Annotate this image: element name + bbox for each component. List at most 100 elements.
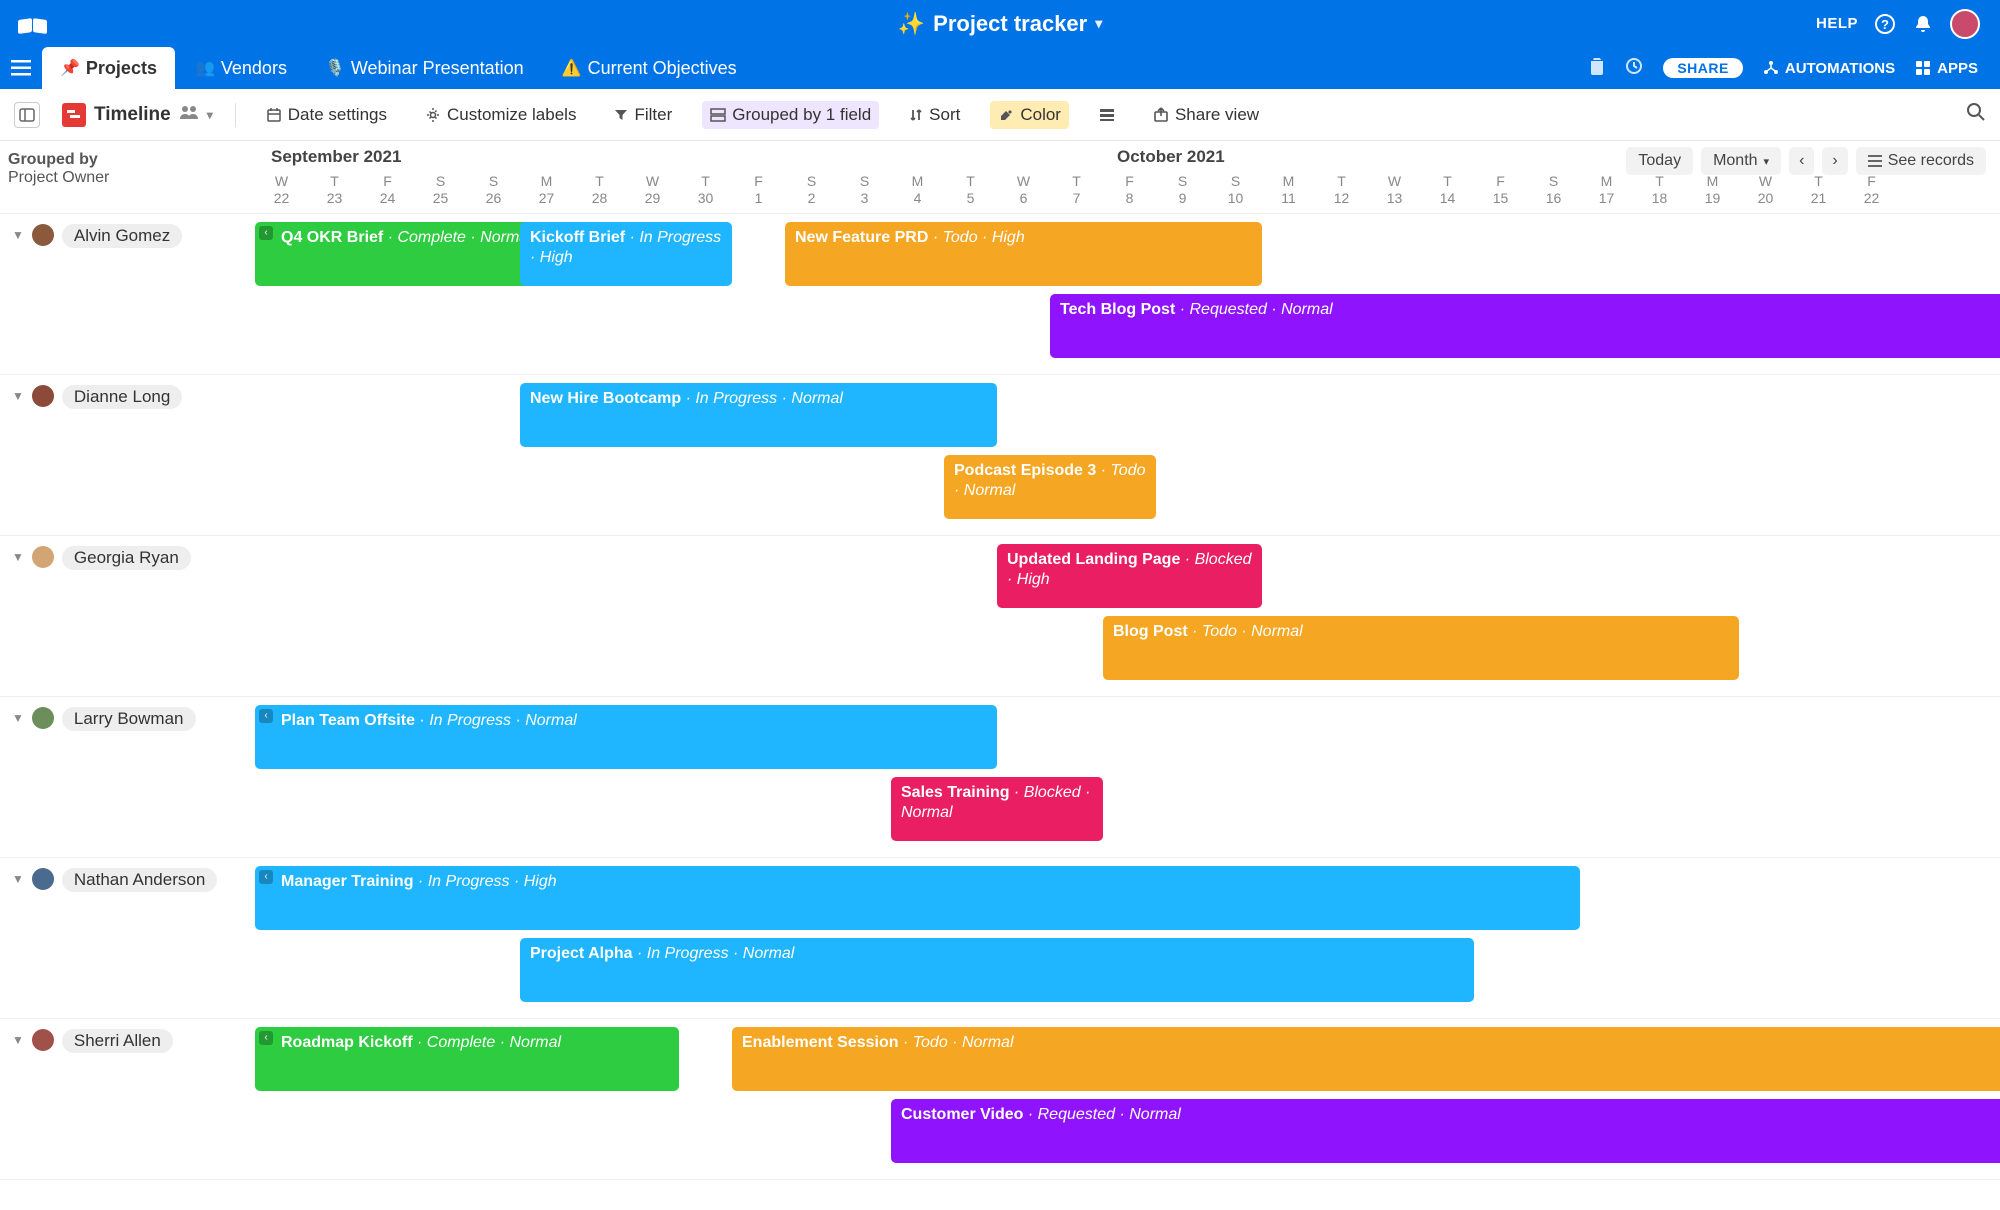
day-column: W13 xyxy=(1368,173,1421,207)
timeline-bar[interactable]: Project Alpha · In Progress · Normal xyxy=(520,938,1474,1002)
chevron-down-icon: ▾ xyxy=(207,108,213,122)
today-button[interactable]: Today xyxy=(1626,147,1693,175)
bar-meta: · In Progress · Normal xyxy=(681,390,843,407)
apps-link[interactable]: APPS xyxy=(1915,60,1978,77)
help-icon[interactable]: ? xyxy=(1874,13,1896,35)
hamburger-icon[interactable] xyxy=(0,47,42,89)
row-height-button[interactable] xyxy=(1091,104,1123,126)
month-label: September 2021 xyxy=(265,147,732,167)
day-column: T28 xyxy=(573,173,626,207)
owner-name[interactable]: Dianne Long xyxy=(62,385,182,409)
grouped-by-value: Project Owner xyxy=(8,169,247,187)
bar-meta: · Complete · Normal xyxy=(413,1034,561,1051)
collapse-toggle[interactable]: ▼ xyxy=(12,1029,24,1047)
owner-name[interactable]: Larry Bowman xyxy=(62,707,196,731)
app-logo[interactable] xyxy=(18,5,56,43)
customize-labels-button[interactable]: Customize labels xyxy=(417,101,584,129)
automations-link[interactable]: AUTOMATIONS xyxy=(1763,60,1895,77)
owner-name[interactable]: Nathan Anderson xyxy=(62,868,217,892)
timeline-bar[interactable]: Kickoff Brief · In Progress · High xyxy=(520,222,732,286)
color-button[interactable]: Color xyxy=(990,101,1069,129)
group-button[interactable]: Grouped by 1 field xyxy=(702,101,879,129)
timeline-bar[interactable]: Podcast Episode 3 · Todo · Normal xyxy=(944,455,1156,519)
timeline-bar[interactable]: Sales Training · Blocked · Normal xyxy=(891,777,1103,841)
view-switcher[interactable]: Timeline ▾ xyxy=(62,103,213,127)
sparkle-icon: ✨ xyxy=(898,11,925,37)
tab-webinar-presentation[interactable]: 🎙️Webinar Presentation xyxy=(307,47,542,89)
owner-name[interactable]: Georgia Ryan xyxy=(62,546,191,570)
day-column: W22 xyxy=(255,173,308,207)
app-header: ✨ Project tracker ▾ HELP ? xyxy=(0,0,2000,47)
bar-meta: · Todo · Normal xyxy=(899,1034,1014,1051)
day-column: T23 xyxy=(308,173,361,207)
day-column: T5 xyxy=(944,173,997,207)
history-icon[interactable] xyxy=(1625,57,1643,79)
owner-name[interactable]: Alvin Gomez xyxy=(62,224,182,248)
owner-name[interactable]: Sherri Allen xyxy=(62,1029,173,1053)
collapse-toggle[interactable]: ▼ xyxy=(12,868,24,886)
day-column: S2 xyxy=(785,173,838,207)
bar-title: Customer Video xyxy=(901,1106,1023,1123)
page-title[interactable]: ✨ Project tracker ▾ xyxy=(898,11,1103,37)
day-column: F24 xyxy=(361,173,414,207)
bar-title: Kickoff Brief xyxy=(530,229,625,246)
day-column: M4 xyxy=(891,173,944,207)
tab-emoji: ⚠️ xyxy=(562,58,582,78)
sort-icon xyxy=(909,108,923,122)
tab-projects[interactable]: 📌Projects xyxy=(42,47,175,89)
bar-title: Project Alpha xyxy=(530,945,633,962)
collapse-toggle[interactable]: ▼ xyxy=(12,385,24,403)
people-icon[interactable] xyxy=(179,104,199,126)
overflow-left-icon: ‹ xyxy=(259,870,273,884)
bar-title: Q4 OKR Brief xyxy=(281,229,383,246)
scale-dropdown[interactable]: Month ▾ xyxy=(1701,147,1781,175)
share-view-button[interactable]: Share view xyxy=(1145,101,1267,129)
share-icon xyxy=(1153,107,1169,123)
collapse-toggle[interactable]: ▼ xyxy=(12,707,24,725)
trash-icon[interactable] xyxy=(1589,57,1605,79)
tab-vendors[interactable]: 👥Vendors xyxy=(177,47,305,89)
timeline-bar[interactable]: ›Tech Blog Post · Requested · Normal xyxy=(1050,294,2000,358)
bar-title: Sales Training xyxy=(901,784,1009,801)
tab-current-objectives[interactable]: ⚠️Current Objectives xyxy=(544,47,755,89)
automations-icon xyxy=(1763,60,1779,76)
sort-button[interactable]: Sort xyxy=(901,101,968,129)
timeline-bar[interactable]: ‹Roadmap Kickoff · Complete · Normal xyxy=(255,1027,679,1091)
day-column: W6 xyxy=(997,173,1050,207)
collapse-toggle[interactable]: ▼ xyxy=(12,546,24,564)
bar-meta: · Todo · Normal xyxy=(1188,623,1303,640)
day-column: T14 xyxy=(1421,173,1474,207)
search-icon[interactable] xyxy=(1966,102,1986,127)
bell-icon[interactable] xyxy=(1912,13,1934,35)
next-button[interactable]: › xyxy=(1822,147,1847,175)
timeline-bar[interactable]: New Hire Bootcamp · In Progress · Normal xyxy=(520,383,997,447)
see-records-button[interactable]: See records xyxy=(1856,147,1986,175)
timeline-bar[interactable]: New Feature PRD · Todo · High xyxy=(785,222,1262,286)
tab-label: Webinar Presentation xyxy=(351,58,524,79)
timeline-bar[interactable]: ‹Manager Training · In Progress · High xyxy=(255,866,1580,930)
date-settings-button[interactable]: Date settings xyxy=(258,101,395,129)
bar-title: Plan Team Offsite xyxy=(281,712,415,729)
toggle-sidebar-button[interactable] xyxy=(14,102,40,128)
prev-button[interactable]: ‹ xyxy=(1789,147,1814,175)
timeline-bar[interactable]: ›Enablement Session · Todo · Normal xyxy=(732,1027,2000,1091)
page-title-text: Project tracker xyxy=(933,11,1087,37)
user-avatar[interactable] xyxy=(1950,9,1980,39)
group-icon xyxy=(710,108,726,122)
help-link[interactable]: HELP xyxy=(1816,15,1858,32)
collapse-toggle[interactable]: ▼ xyxy=(12,224,24,242)
timeline-bar[interactable]: Updated Landing Page · Blocked · High xyxy=(997,544,1262,608)
owner-avatar xyxy=(32,868,54,890)
timeline-bar[interactable]: ‹Plan Team Offsite · In Progress · Norma… xyxy=(255,705,997,769)
share-button[interactable]: SHARE xyxy=(1663,58,1743,78)
timeline-bar[interactable]: ›Customer Video · Requested · Normal xyxy=(891,1099,2000,1163)
timeline-bar[interactable]: Blog Post · Todo · Normal xyxy=(1103,616,1739,680)
timeline-group: ▼ Larry Bowman ‹Plan Team Offsite · In Pro… xyxy=(0,697,2000,858)
filter-button[interactable]: Filter xyxy=(606,101,680,129)
apps-icon xyxy=(1915,60,1931,76)
svg-text:?: ? xyxy=(1881,17,1889,32)
filter-icon xyxy=(614,108,628,122)
overflow-left-icon: ‹ xyxy=(259,1031,273,1045)
workspace-tabbar: 📌Projects👥Vendors🎙️Webinar Presentation⚠… xyxy=(0,47,2000,89)
day-column: T30 xyxy=(679,173,732,207)
